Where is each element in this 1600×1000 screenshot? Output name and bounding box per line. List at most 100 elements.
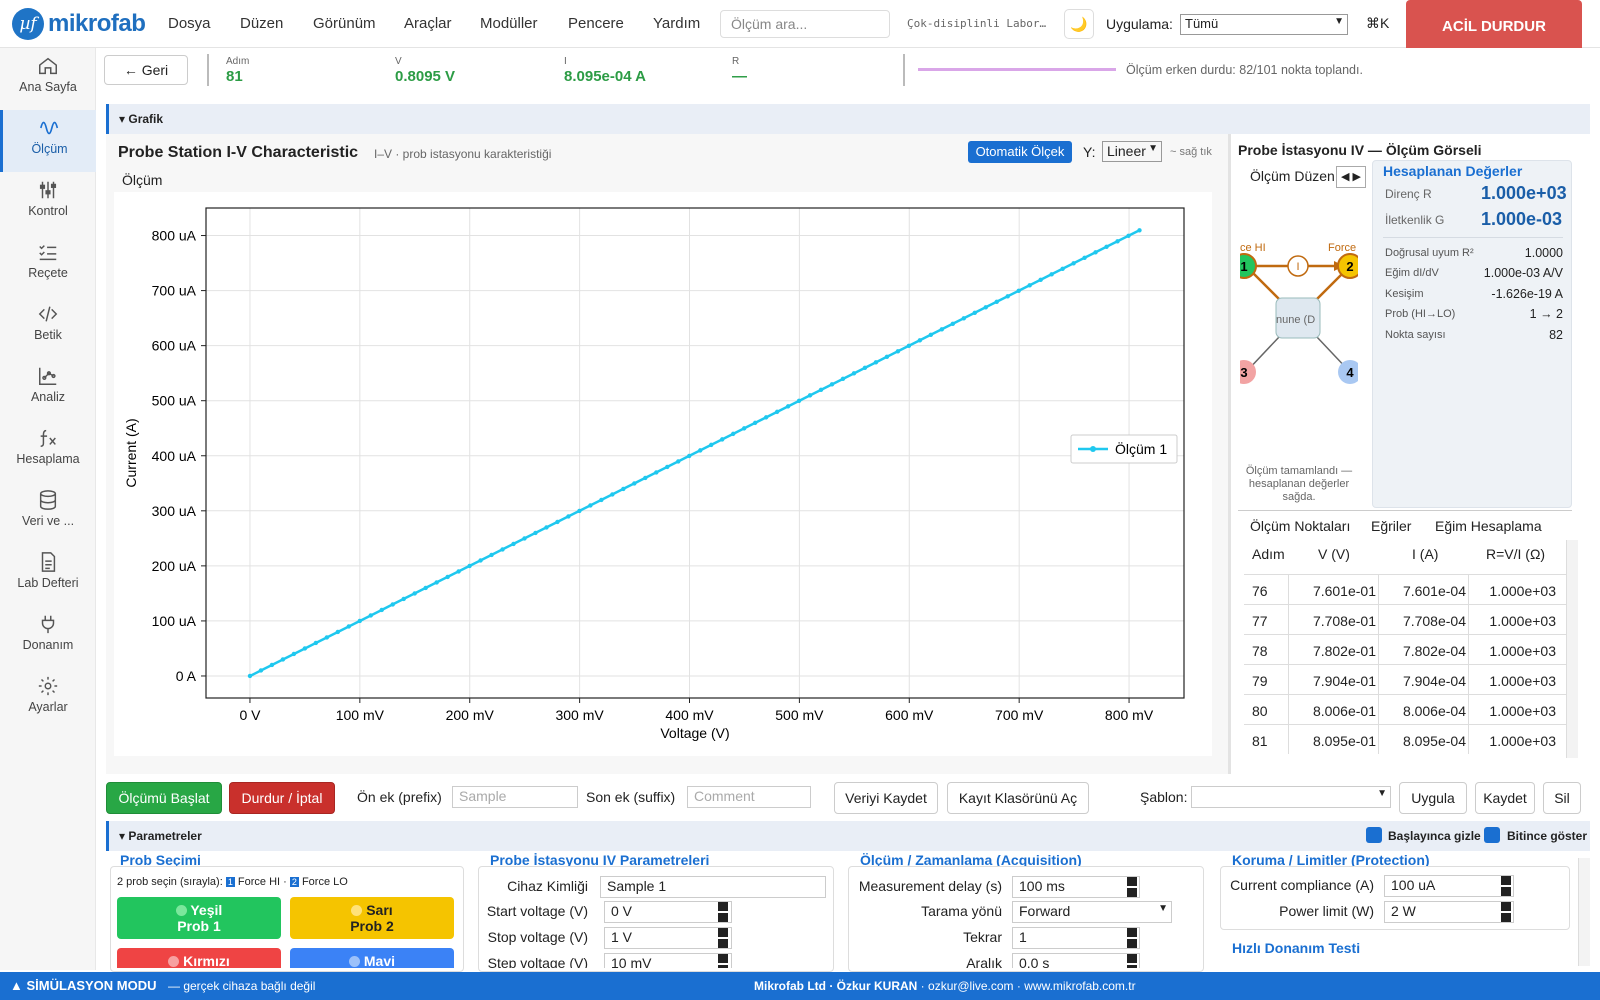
divider	[903, 54, 905, 86]
current-compliance-input[interactable]: 100 uA	[1384, 875, 1514, 897]
sidebar-item-script[interactable]: Betik	[0, 296, 96, 358]
app-filter-select[interactable]: Tümü ▼	[1180, 14, 1348, 35]
open-save-folder-button[interactable]: Kayıt Klasörünü Aç	[947, 782, 1089, 814]
divider	[1383, 237, 1563, 238]
table-header-resistance[interactable]: R=V/I (Ω)	[1486, 546, 1545, 562]
table-header-current[interactable]: I (A)	[1412, 546, 1438, 562]
table-cell: 1.000e+03	[1489, 673, 1556, 689]
website-link[interactable]: www.mikrofab.com.tr	[1024, 979, 1135, 993]
chevron-down-icon: ▼	[1334, 16, 1344, 27]
top-bar: µf mikrofab Dosya Düzen Görünüm Araçlar …	[0, 0, 1600, 48]
splitter[interactable]	[1228, 134, 1231, 774]
step-voltage-input[interactable]: 10 mV	[604, 953, 732, 968]
tab-measurement-points[interactable]: Ölçüm Noktaları	[1250, 518, 1350, 534]
tab-measurement[interactable]: Ölçüm	[122, 172, 162, 188]
hide-on-start-checkbox[interactable]	[1366, 827, 1382, 843]
x-tick-label: 300 mV	[555, 707, 604, 723]
sidebar-item-data[interactable]: Veri ve ...	[0, 482, 96, 544]
menu-edit[interactable]: Düzen	[240, 15, 283, 32]
probe-yellow-button[interactable]: Sarı Prob 2	[290, 897, 454, 939]
email-link[interactable]: ozkur@live.com	[928, 979, 1014, 993]
interval-spinner[interactable]	[1127, 954, 1137, 968]
database-icon	[39, 490, 57, 510]
current-compliance-spinner[interactable]	[1501, 876, 1511, 896]
resistance-label: R	[732, 56, 740, 67]
start-voltage-input[interactable]: 0 V	[604, 901, 732, 923]
sidebar-item-control[interactable]: Kontrol	[0, 172, 96, 234]
sweep-direction-value: Forward	[1019, 903, 1071, 919]
sidebar-item-settings[interactable]: Ayarlar	[0, 668, 96, 730]
sidebar-item-calculation[interactable]: Hesaplama	[0, 420, 96, 482]
apply-template-button[interactable]: Uygula	[1399, 782, 1467, 814]
section-graph-header[interactable]: ▾ Grafik	[106, 104, 1590, 134]
menu-tools[interactable]: Araçlar	[404, 15, 452, 32]
device-id-input[interactable]: Sample 1	[600, 876, 826, 898]
measurement-delay-spinner[interactable]	[1127, 877, 1137, 897]
stop-voltage-spinner[interactable]	[718, 928, 728, 948]
emergency-stop-button[interactable]: ACİL DURDUR	[1406, 0, 1582, 48]
menu-help[interactable]: Yardım	[653, 15, 700, 32]
show-on-end-checkbox[interactable]	[1484, 827, 1500, 843]
power-limit-input[interactable]: 2 W	[1384, 901, 1514, 923]
data-point	[533, 530, 538, 536]
measurement-delay-input[interactable]: 100 ms	[1012, 876, 1140, 898]
tab-scroll-arrows-icon[interactable]: ◀ ▶	[1336, 166, 1366, 188]
command-shortcut[interactable]: ⌘K	[1366, 15, 1389, 32]
sidebar-item-hardware[interactable]: Donanım	[0, 606, 96, 668]
power-limit-spinner[interactable]	[1501, 902, 1511, 922]
table-scrollbar[interactable]	[1566, 540, 1578, 758]
sweep-direction-select[interactable]: Forward ▼	[1012, 901, 1172, 923]
probe-hint-text: 2 prob seçin (sırayla):	[117, 876, 223, 888]
sliders-icon	[39, 181, 57, 199]
simulation-mode-note: — gerçek cihaza bağlı değil	[168, 979, 316, 993]
suffix-input[interactable]: Comment	[687, 786, 811, 808]
chevron-down-icon: ▼	[1158, 903, 1168, 914]
probe-green-button[interactable]: Yeşil Prob 1	[117, 897, 281, 939]
menu-file[interactable]: Dosya	[168, 15, 211, 32]
plug-icon	[41, 615, 55, 634]
table-cell: 1.000e+03	[1489, 613, 1556, 629]
stop-voltage-input[interactable]: 1 V	[604, 927, 732, 949]
prefix-input[interactable]: Sample	[452, 786, 578, 808]
interval-input[interactable]: 0.0 s	[1012, 953, 1140, 968]
data-point	[1104, 244, 1109, 250]
iv-chart[interactable]: 0 V 100 mV 200 mV 300 mV 400 mV 500 mV 600 mV 7…	[114, 192, 1212, 756]
sidebar-item-measurement[interactable]: Ölçüm	[0, 110, 96, 172]
sidebar-item-home[interactable]: Ana Sayfa	[0, 48, 96, 110]
calc-row-value: 82	[1549, 328, 1563, 342]
search-input[interactable]: Ölçüm ara...	[720, 10, 890, 38]
template-select[interactable]: ▼	[1191, 786, 1391, 808]
save-template-button[interactable]: Kaydet	[1475, 782, 1535, 814]
stop-cancel-button[interactable]: Durdur / İptal	[229, 782, 335, 814]
step-voltage-spinner[interactable]	[718, 954, 728, 968]
autoscale-button[interactable]: Otomatik Ölçek	[968, 141, 1072, 163]
start-measurement-button[interactable]: Ölçümü Başlat	[106, 782, 222, 814]
tab-measurement-layout[interactable]: Ölçüm Düzen	[1250, 168, 1335, 184]
y-tick-label: 300 uA	[152, 503, 197, 519]
data-point	[588, 503, 593, 508]
save-data-button[interactable]: Veriyi Kaydet	[834, 782, 938, 814]
sidebar-item-lab-notebook[interactable]: Lab Defteri	[0, 544, 96, 606]
table-header-voltage[interactable]: V (V)	[1318, 546, 1350, 562]
y-tick-label: 200 uA	[152, 558, 197, 574]
sidebar-item-analysis[interactable]: Analiz	[0, 358, 96, 420]
menu-window[interactable]: Pencere	[568, 15, 624, 32]
table-header-step[interactable]: Adım	[1252, 546, 1285, 562]
probe-hint-hi: Force HI ·	[237, 876, 287, 888]
probe-blue-button[interactable]: Mavi	[290, 948, 454, 968]
data-point	[796, 398, 802, 404]
menu-modules[interactable]: Modüller	[480, 15, 538, 32]
start-voltage-spinner[interactable]	[718, 902, 728, 922]
theme-toggle-moon-icon[interactable]: 🌙	[1064, 9, 1094, 39]
menu-view[interactable]: Görünüm	[313, 15, 376, 32]
repeat-spinner[interactable]	[1127, 928, 1137, 948]
delete-template-button[interactable]: Sil	[1543, 782, 1581, 814]
tab-curves[interactable]: Eğriler	[1371, 518, 1411, 534]
params-scrollbar[interactable]	[1578, 858, 1590, 966]
sidebar-item-recipe[interactable]: Reçete	[0, 234, 96, 296]
back-button[interactable]: ← Geri	[104, 55, 188, 85]
probe-red-button[interactable]: Kırmızı	[117, 948, 281, 968]
repeat-input[interactable]: 1	[1012, 927, 1140, 949]
tab-slope-calc[interactable]: Eğim Hesaplama	[1435, 518, 1542, 534]
y-scale-select[interactable]: Lineer ▼	[1102, 141, 1162, 162]
